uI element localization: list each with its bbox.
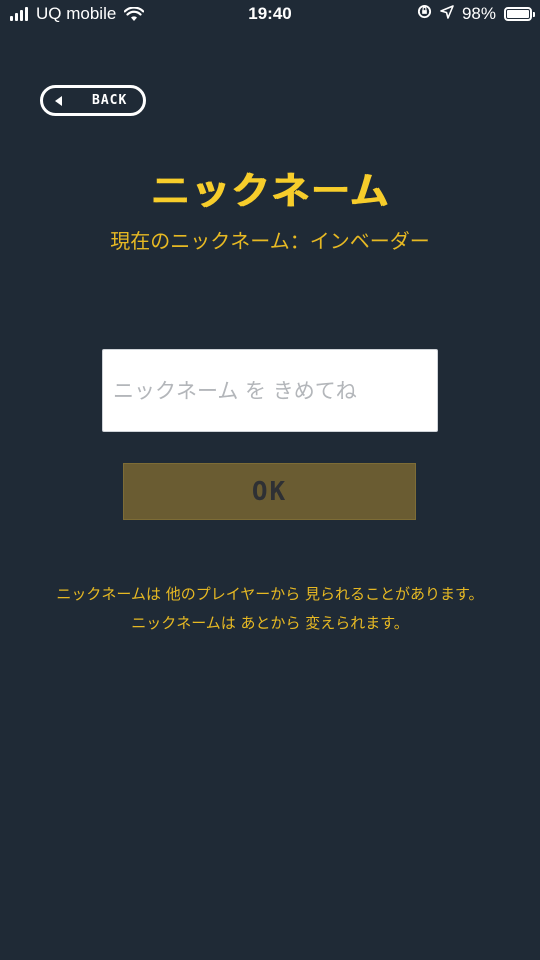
status-right: 98% xyxy=(417,4,535,24)
current-nickname-text: 現在のニックネーム：インベーダー xyxy=(110,229,430,253)
back-button-label: BACK xyxy=(92,93,128,108)
status-bar: UQ mobile 19:40 98% xyxy=(0,0,540,30)
location-arrow-icon xyxy=(440,4,454,24)
battery-percent: 98% xyxy=(461,4,496,23)
battery-fill xyxy=(507,10,529,18)
rotation-lock-icon xyxy=(417,4,432,24)
ok-button[interactable]: OK xyxy=(123,463,416,520)
notice-visibility: ニックネームは 他のプレイヤーから 見られることがあります。 xyxy=(56,585,484,603)
back-button[interactable]: BACK xyxy=(40,85,146,116)
page-title: ニックネーム xyxy=(150,169,390,213)
nickname-input[interactable] xyxy=(102,349,438,432)
notice-changeable: ニックネームは あとから 変えられます。 xyxy=(131,614,409,632)
back-arrow-icon xyxy=(55,95,62,106)
battery-icon xyxy=(504,7,535,21)
ok-button-label: OK xyxy=(251,476,288,507)
